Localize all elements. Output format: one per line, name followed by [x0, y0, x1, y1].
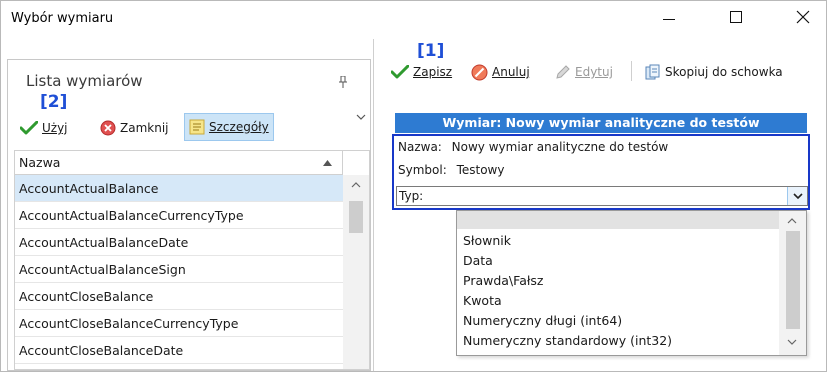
table-row[interactable]: AccountCloseBalanceDate	[15, 337, 343, 364]
name-label: Nazwa:	[398, 140, 442, 154]
checkmark-icon	[20, 121, 38, 135]
dropdown-option-int32[interactable]: Numeryczny standardowy (int32)	[463, 333, 672, 348]
grid-vertical-scrollbar[interactable]	[343, 175, 369, 369]
cancel-button-label: Anuluj	[492, 65, 530, 79]
minimize-button[interactable]	[646, 1, 692, 33]
copy-button-label: Skopiuj do schowka	[665, 65, 783, 79]
row-name: AccountActualBalance	[19, 181, 159, 196]
row-name: AccountActualBalanceCurrencyType	[19, 208, 244, 223]
name-value[interactable]: Nowy wymiar analityczne do testów	[452, 140, 669, 154]
dropdown-option-boolean[interactable]: Prawda\Fałsz	[463, 273, 543, 288]
grid-scroll-thumb[interactable]	[349, 201, 363, 233]
sort-ascending-icon	[323, 160, 332, 166]
cancel-no-entry-icon	[471, 64, 488, 80]
toolbar-overflow-chevron-icon[interactable]	[356, 114, 366, 121]
close-list-button-label: Zamknij	[120, 121, 169, 135]
dropdown-option-date[interactable]: Data	[463, 253, 493, 268]
use-button[interactable]: Użyj	[16, 115, 72, 141]
scroll-up-icon[interactable]	[351, 181, 361, 188]
dropdown-option-amount[interactable]: Kwota	[463, 293, 502, 308]
details-note-icon	[189, 119, 205, 135]
dimension-picker-window: Wybór wymiaru Lista wymiarów [2] Użyj Za…	[0, 0, 827, 372]
scroll-down-icon[interactable]	[787, 339, 797, 346]
dropdown-scrollbar[interactable]	[779, 211, 806, 355]
cancel-button[interactable]: Anuluj	[467, 59, 534, 85]
dropdown-scroll-thumb[interactable]	[786, 231, 800, 329]
type-combobox[interactable]: Typ:	[396, 186, 808, 206]
dropdown-option-empty[interactable]	[457, 211, 779, 229]
symbol-value[interactable]: Testowy	[457, 163, 505, 177]
chevron-down-icon	[792, 192, 803, 199]
row-name: AccountActualBalanceDate	[19, 235, 189, 250]
dimension-grid: Nazwa AccountActualBalance AccountActual…	[14, 150, 370, 370]
table-row[interactable]: AccountActualBalance	[15, 175, 343, 202]
pane-splitter[interactable]	[373, 39, 379, 371]
pin-icon[interactable]	[338, 76, 348, 88]
table-row[interactable]: AccountActualBalanceCurrencyType	[15, 202, 343, 229]
edit-button[interactable]: Edytuj	[551, 59, 617, 85]
right-toolbar: Zapisz Anuluj Edytuj Skopiuj do schowka	[387, 57, 823, 85]
column-header-label: Nazwa	[19, 155, 61, 170]
row-name: AccountActualBalanceSign	[19, 262, 186, 277]
form-header: Wymiar: Nowy wymiar analityczne do testó…	[395, 113, 807, 133]
dropdown-option-dictionary[interactable]: Słownik	[463, 233, 511, 248]
maximize-button[interactable]	[713, 1, 759, 33]
details-button-label: Szczegóły	[209, 120, 269, 134]
maximize-icon	[730, 11, 742, 23]
title-bar: Wybór wymiaru	[1, 1, 826, 39]
left-toolbar: Użyj Zamknij Szczegóły	[14, 107, 370, 141]
name-field: Nazwa: Nowy wymiar analityczne do testów	[398, 140, 668, 154]
column-header-name[interactable]: Nazwa	[15, 151, 343, 175]
copy-to-clipboard-button[interactable]: Skopiuj do schowka	[641, 59, 787, 85]
checkmark-icon	[391, 65, 409, 79]
table-row[interactable]: AccountActualBalanceDate	[15, 229, 343, 256]
save-button[interactable]: Zapisz	[387, 59, 456, 85]
minimize-icon	[663, 18, 675, 20]
window-title: Wybór wymiaru	[11, 11, 114, 26]
symbol-label: Symbol:	[398, 163, 447, 177]
dimension-form-highlight: Nazwa: Nowy wymiar analityczne do testów…	[392, 134, 810, 210]
type-dropdown-button[interactable]	[787, 187, 807, 205]
type-dropdown-list: Słownik Data Prawda\Fałsz Kwota Numerycz…	[456, 210, 807, 356]
close-icon	[796, 10, 810, 24]
scroll-up-icon[interactable]	[787, 217, 797, 224]
row-name: AccountCloseBalanceDate	[19, 343, 184, 358]
details-button[interactable]: Szczegóły	[184, 113, 274, 141]
row-name: AccountCloseBalanceCurrencyType	[19, 316, 239, 331]
dropdown-option-int64[interactable]: Numeryczny długi (int64)	[463, 313, 622, 328]
use-button-label: Użyj	[42, 121, 68, 135]
symbol-field: Symbol: Testowy	[398, 163, 504, 177]
save-button-label: Zapisz	[413, 65, 453, 79]
toolbar-separator	[631, 61, 632, 81]
type-label: Typ:	[399, 189, 424, 203]
close-list-button[interactable]: Zamknij	[96, 115, 173, 141]
close-window-button[interactable]	[780, 1, 826, 33]
table-row[interactable]: AccountCloseBalance	[15, 283, 343, 310]
pane-title: Lista wymiarów	[26, 72, 143, 90]
table-row[interactable]: AccountCloseBalanceCurrencyType	[15, 310, 343, 337]
dimension-list-pane: Lista wymiarów [2] Użyj Zamknij Szczegół…	[7, 59, 371, 371]
table-row[interactable]: AccountActualBalanceSign	[15, 256, 343, 283]
copy-clipboard-icon	[645, 64, 660, 80]
cancel-circle-icon	[100, 120, 116, 136]
pencil-icon	[556, 65, 570, 79]
edit-button-label: Edytuj	[575, 65, 613, 79]
row-name: AccountCloseBalance	[19, 289, 154, 304]
